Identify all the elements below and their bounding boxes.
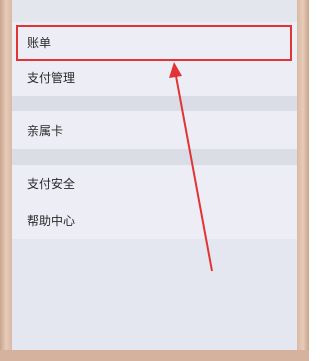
bottom-bezel — [0, 350, 309, 361]
arrow-icon — [169, 62, 213, 272]
